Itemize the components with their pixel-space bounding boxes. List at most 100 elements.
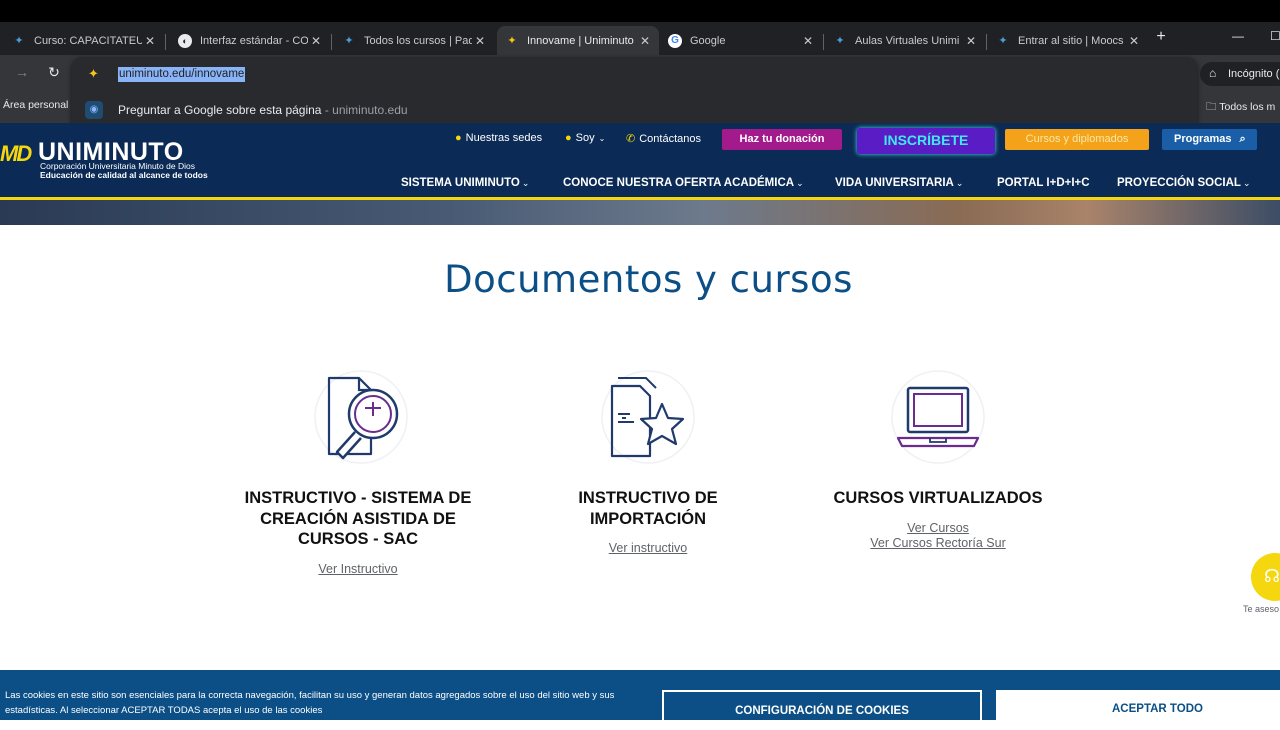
tab-separator (165, 34, 166, 50)
bookmark-area-personal[interactable]: Área personal | (3, 99, 74, 111)
new-tab-button[interactable]: + (1152, 28, 1170, 48)
forward-arrow-icon[interactable]: → (14, 64, 30, 84)
ver-instructivo-importacion-link[interactable]: Ver instructivo (548, 541, 748, 556)
location-pin-icon: ● (455, 132, 462, 144)
document-star-icon (601, 370, 695, 464)
card-title-line: INSTRUCTIVO - SISTEMA DE (244, 489, 472, 507)
logo-mark[interactable]: MD (0, 141, 36, 175)
tab-separator (823, 34, 824, 50)
page-title: Documentos y cursos (444, 258, 853, 301)
close-tab-icon[interactable]: ✕ (142, 34, 158, 48)
cursos-diplomados-button[interactable]: Cursos y diplomados (1005, 129, 1149, 150)
uniminuto-favicon-icon: ✦ (14, 35, 24, 47)
address-bar-input[interactable]: uniminuto.edu/innovame (118, 67, 246, 82)
tab-todos-los-cursos[interactable]: ✦ Todos los cursos | Pad ✕ (334, 26, 494, 55)
tab-title: Todos los cursos | Pad (364, 34, 472, 47)
chat-label: Te aseso (1243, 604, 1280, 614)
uniminuto-favicon-icon: ✦ (998, 35, 1008, 47)
tab-google[interactable]: G Google ✕ (660, 26, 822, 55)
programas-search-button[interactable]: Programas ⌕ (1162, 129, 1257, 150)
contacto-label: Contáctanos (639, 132, 701, 145)
google-favicon-icon: G (668, 33, 682, 48)
screen-top-bar (0, 0, 1280, 22)
suggestion-text[interactable]: Preguntar a Google sobre esta página - u… (118, 103, 408, 117)
chevron-down-icon: ⌄ (598, 133, 606, 143)
google-lens-icon: ◉ (85, 101, 103, 119)
tab-curso-capacitate[interactable]: ✦ Curso: CAPACITATEUN ✕ (4, 26, 164, 55)
nav-portal-idic[interactable]: PORTAL I+D+I+C (997, 177, 1090, 189)
close-tab-icon[interactable]: ✕ (1126, 34, 1142, 48)
minimize-icon[interactable]: — (1232, 29, 1244, 43)
tab-title: Innovame | Uniminuto (527, 34, 634, 47)
bookmark-folder-todos[interactable]: 🗀 Todos los m (1206, 99, 1275, 117)
card-title-virtualizados: CURSOS VIRTUALIZADOS (833, 489, 1043, 507)
uniminuto-favicon-icon: ✦ (835, 35, 845, 47)
incognito-icon: ⌂ (1209, 66, 1217, 80)
user-icon: ● (565, 132, 572, 144)
nav-label: SISTEMA UNIMINUTO (401, 177, 520, 189)
uniminuto-favicon-icon: ✦ (344, 35, 354, 47)
close-tab-icon[interactable]: ✕ (308, 34, 324, 48)
nav-label: VIDA UNIVERSITARIA (835, 177, 954, 189)
nav-oferta-academica[interactable]: CONOCE NUESTRA OFERTA ACADÉMICA ⌄ (563, 177, 804, 189)
ver-instructivo-sac-link[interactable]: Ver Instructivo (258, 562, 458, 577)
headset-icon: ☊ (1264, 566, 1280, 586)
accept-all-cookies-button[interactable]: ACEPTAR TODO (996, 690, 1280, 724)
card-title-line: CURSOS - SAC (297, 530, 419, 548)
suggestion-label: Preguntar a Google sobre esta página (118, 103, 322, 117)
soy-dropdown[interactable]: ● Soy ⌄ (565, 132, 605, 144)
programas-label: Programas (1174, 133, 1232, 145)
tab-title: Aulas Virtuales Unimi (855, 34, 960, 47)
tab-interfaz-estandar[interactable]: ◐ Interfaz estándar - CO ✕ (170, 26, 330, 55)
close-tab-icon[interactable]: ✕ (637, 34, 653, 48)
chevron-down-icon: ⌄ (521, 178, 530, 188)
card-title-line: IMPORTACIÓN (589, 509, 707, 528)
nav-sistema-uniminuto[interactable]: SISTEMA UNIMINUTO ⌄ (401, 177, 529, 189)
ver-cursos-link[interactable]: Ver Cursos (838, 521, 1038, 536)
document-search-icon (314, 370, 408, 464)
logo-tagline: Educación de calidad al alcance de todos (40, 170, 208, 180)
tab-moocs[interactable]: ✦ Entrar al sitio | Moocs ✕ (988, 26, 1148, 55)
bookmark-folder-label: Todos los m (1219, 101, 1276, 113)
card-title-line: INSTRUCTIVO DE (578, 489, 718, 507)
tab-strip: ✦ Curso: CAPACITATEUN ✕ ◐ Interfaz están… (0, 22, 1280, 55)
inscribete-button[interactable]: INSCRÍBETE (857, 128, 995, 154)
tab-innovame[interactable]: ✦ Innovame | Uniminuto ✕ (497, 26, 659, 55)
cookie-notice-text: Las cookies en este sitio son esenciales… (5, 690, 615, 716)
close-tab-icon[interactable]: ✕ (963, 34, 979, 48)
tab-separator (986, 34, 987, 50)
chevron-down-icon: ⌄ (796, 178, 804, 188)
chevron-down-icon: ⌄ (1242, 178, 1251, 188)
nav-vida-universitaria[interactable]: VIDA UNIVERSITARIA ⌄ (835, 177, 963, 189)
suggestion-domain: - uniminuto.edu (324, 103, 408, 117)
phone-icon: ✆ (626, 133, 636, 145)
sedes-label: Nuestras sedes (465, 132, 543, 144)
card-title-line: CREACIÓN ASISTIDA DE (260, 509, 456, 528)
cookie-settings-button[interactable]: CONFIGURACIÓN DE COOKIES (662, 690, 982, 724)
tab-title: Interfaz estándar - CO (200, 34, 308, 47)
chevron-down-icon: ⌄ (955, 178, 964, 188)
tab-aulas-virtuales[interactable]: ✦ Aulas Virtuales Unimi ✕ (825, 26, 985, 55)
reload-icon[interactable]: ↻ (46, 64, 62, 84)
close-tab-icon[interactable]: ✕ (472, 34, 488, 48)
close-tab-icon[interactable]: ✕ (800, 34, 816, 48)
nav-label: PROYECCIÓN SOCIAL (1117, 177, 1241, 189)
tab-title: Entrar al sitio | Moocs (1018, 34, 1124, 47)
tab-separator (331, 34, 332, 50)
uniminuto-favicon-icon: ✦ (507, 35, 517, 47)
nav-label: PORTAL I+D+I+C (997, 177, 1090, 189)
hero-banner-strip (0, 200, 1280, 225)
card-title-importacion: INSTRUCTIVO DE IMPORTACIÓN (540, 488, 756, 529)
nav-label: CONOCE NUESTRA OFERTA ACADÉMICA (563, 177, 795, 189)
moodle-favicon-icon: ◐ (178, 33, 192, 48)
tab-title: Google (690, 34, 726, 47)
card-title-sac: INSTRUCTIVO - SISTEMA DE CREACIÓN ASISTI… (222, 488, 494, 550)
nav-proyeccion-social[interactable]: PROYECCIÓN SOCIAL ⌄ (1117, 177, 1251, 189)
nuestras-sedes-link[interactable]: ● Nuestras sedes (455, 132, 542, 144)
ver-cursos-rectoria-sur-link[interactable]: Ver Cursos Rectoría Sur (828, 536, 1048, 551)
soy-label: Soy (575, 132, 595, 144)
tab-title: Curso: CAPACITATEUN (34, 34, 142, 47)
contactanos-link[interactable]: ✆ Contáctanos (626, 132, 701, 146)
maximize-icon[interactable]: ☐ (1270, 29, 1280, 43)
donation-button[interactable]: Haz tu donación (722, 129, 842, 150)
